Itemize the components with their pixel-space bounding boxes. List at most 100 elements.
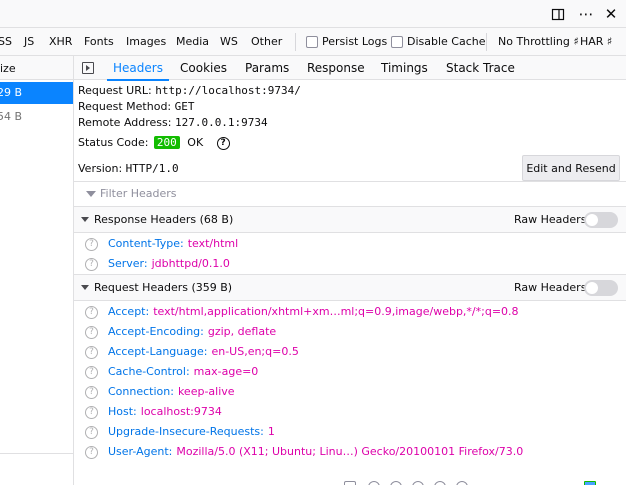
request-row[interactable]: 29 B — [0, 82, 73, 104]
expand-arrow-icon[interactable] — [81, 217, 89, 222]
filter-other[interactable]: Other — [251, 35, 282, 48]
help-icon[interactable]: ? — [85, 445, 98, 459]
header-key: Accept: — [108, 305, 150, 318]
disable-cache-label[interactable]: Disable Cache — [407, 35, 486, 48]
header-value: keep-alive — [177, 385, 235, 398]
dock-icon[interactable] — [548, 4, 568, 24]
request-method-label: Request Method: — [78, 100, 172, 113]
header-row: ? Upgrade-Insecure-Requests: 1 — [85, 425, 275, 439]
raw-headers-label: Raw Headers — [514, 213, 587, 226]
header-row: ? User-Agent: Mozilla/5.0 (X11; Ubuntu; Li… — [85, 445, 523, 459]
tab-stack-trace[interactable]: Stack Trace — [446, 56, 515, 80]
expand-arrow-icon[interactable] — [81, 285, 89, 290]
filter-fonts[interactable]: Fonts — [84, 35, 114, 48]
status-text: OK — [187, 136, 204, 149]
request-method-value: GET — [174, 100, 195, 113]
filter-css[interactable]: SS — [0, 35, 12, 48]
more-options-icon[interactable]: ⋯ — [576, 4, 596, 24]
header-key: Server: — [108, 257, 148, 270]
tab-response[interactable]: Response — [307, 56, 365, 80]
header-value: gzip, deflate — [207, 325, 277, 338]
request-url-value: http://localhost:9734/ — [155, 84, 301, 97]
close-icon[interactable]: ✕ — [601, 4, 621, 24]
status-code-row: Status Code: 200 OK ? — [78, 136, 230, 150]
header-row: ? Accept-Language: en-US,en;q=0.5 — [85, 345, 299, 359]
bottom-toolbar — [340, 478, 626, 485]
help-icon[interactable]: ? — [85, 345, 98, 359]
header-key: Host: — [108, 405, 137, 418]
request-type-filter-bar: SS JS XHR Fonts Images Media WS Other Pe… — [0, 28, 626, 56]
request-method-row: Request Method: GET — [78, 100, 195, 113]
circle-icon[interactable] — [368, 481, 380, 485]
header-key: Cache-Control: — [108, 365, 190, 378]
request-row[interactable]: 54 B — [0, 106, 73, 128]
size-header-label: ize — [0, 62, 16, 75]
help-icon[interactable]: ? — [85, 257, 98, 271]
header-row: ? Cache-Control: max-age=0 — [85, 365, 258, 379]
response-headers-section[interactable]: Response Headers (68 B) Raw Headers — [74, 207, 626, 233]
header-row: ? Accept-Encoding: gzip, deflate — [85, 325, 276, 339]
header-value: 1 — [267, 425, 275, 438]
help-icon[interactable]: ? — [85, 365, 98, 379]
filter-headers-placeholder: Filter Headers — [100, 187, 177, 200]
header-key: Accept-Language: — [108, 345, 208, 358]
circle-icon[interactable] — [412, 481, 424, 485]
header-row: ? Host: localhost:9734 — [85, 405, 222, 419]
tab-params[interactable]: Params — [245, 56, 289, 80]
size-column-header[interactable]: ize — [0, 56, 73, 80]
persist-logs-checkbox[interactable] — [306, 36, 318, 48]
disable-cache-checkbox[interactable] — [391, 36, 403, 48]
help-icon[interactable]: ? — [85, 425, 98, 439]
panel-icon[interactable] — [344, 481, 356, 485]
help-icon[interactable]: ? — [85, 405, 98, 419]
header-row: ? Server: jdbhttpd/0.1.0 — [85, 257, 230, 271]
divider — [295, 33, 296, 51]
toggle-panel-icon[interactable] — [82, 62, 94, 74]
header-key: Upgrade-Insecure-Requests: — [108, 425, 264, 438]
circle-icon[interactable] — [434, 481, 446, 485]
header-row: ? Connection: keep-alive — [85, 385, 235, 399]
request-list: ize 29 B 54 B — [0, 56, 74, 485]
devtools-toolbar: ⋯ ✕ — [0, 0, 626, 28]
tab-cookies[interactable]: Cookies — [180, 56, 227, 80]
help-icon[interactable]: ? — [85, 237, 98, 251]
header-value: jdbhttpd/0.1.0 — [151, 257, 230, 270]
raw-headers-toggle[interactable] — [584, 212, 618, 228]
header-row: ? Accept: text/html,application/xhtml+xm…m… — [85, 305, 519, 319]
tab-headers[interactable]: Headers — [107, 56, 169, 81]
header-value: en-US,en;q=0.5 — [211, 345, 299, 358]
version-row: Version: HTTP/1.0 — [78, 162, 179, 175]
status-badge: 200 — [153, 136, 180, 149]
help-icon[interactable]: ? — [85, 385, 98, 399]
status-square-icon[interactable] — [584, 481, 596, 485]
raw-headers-label: Raw Headers — [514, 281, 587, 294]
persist-logs-label[interactable]: Persist Logs — [322, 35, 387, 48]
circle-icon[interactable] — [456, 481, 468, 485]
help-icon[interactable]: ? — [85, 305, 98, 319]
edit-and-resend-button[interactable]: Edit and Resend — [522, 155, 620, 181]
details-tabs: Headers Cookies Params Response Timings … — [74, 56, 626, 81]
header-value: Mozilla/5.0 (X11; Ubuntu; Linu…) Gecko/2… — [176, 445, 524, 458]
header-value: text/html,application/xhtml+xm…ml;q=0.9,… — [153, 305, 519, 318]
filter-xhr[interactable]: XHR — [49, 35, 72, 48]
filter-ws[interactable]: WS — [220, 35, 238, 48]
filter-icon — [86, 191, 96, 197]
filter-js[interactable]: JS — [24, 35, 34, 48]
har-menu[interactable]: HAR ♯ — [580, 35, 612, 48]
throttling-select[interactable]: No Throttling ♯ — [498, 35, 579, 48]
request-headers-section[interactable]: Request Headers (359 B) Raw Headers — [74, 275, 626, 301]
header-value: localhost:9734 — [140, 405, 222, 418]
request-size: 54 B — [0, 110, 23, 123]
circle-icon[interactable] — [390, 481, 402, 485]
header-key: Accept-Encoding: — [108, 325, 204, 338]
filter-media[interactable]: Media — [176, 35, 209, 48]
version-label: Version: — [78, 162, 123, 175]
filter-headers-input[interactable]: Filter Headers — [86, 187, 177, 200]
tab-timings[interactable]: Timings — [381, 56, 428, 80]
help-icon[interactable]: ? — [216, 136, 230, 150]
help-icon[interactable]: ? — [85, 325, 98, 339]
raw-headers-toggle[interactable] — [584, 280, 618, 296]
filter-images[interactable]: Images — [126, 35, 166, 48]
request-size: 29 B — [0, 86, 23, 99]
divider — [0, 453, 73, 454]
